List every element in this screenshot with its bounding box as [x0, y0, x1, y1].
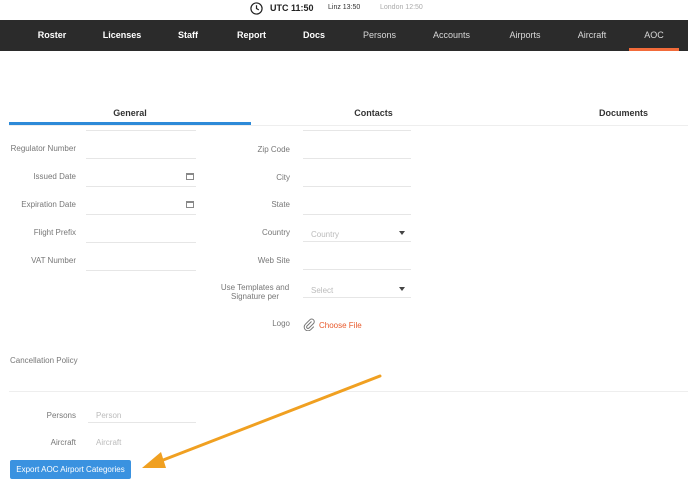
nav-staff[interactable]: Staff	[172, 20, 204, 51]
field-above-right	[303, 113, 411, 131]
persons-label: Persons	[46, 411, 76, 420]
state-field[interactable]	[303, 197, 411, 215]
persons-field[interactable]: Person	[88, 405, 196, 423]
country-select[interactable]: Country	[303, 224, 411, 242]
flight-prefix-field[interactable]	[86, 225, 196, 243]
issued-date-label: Issued Date	[33, 172, 76, 181]
city-field[interactable]	[303, 169, 411, 187]
nav-licenses[interactable]: Licenses	[99, 20, 145, 51]
country-label: Country	[261, 228, 290, 237]
web-site-field[interactable]	[303, 252, 411, 270]
chevron-down-icon[interactable]	[399, 231, 405, 235]
regulator-number-field[interactable]	[86, 141, 196, 159]
chevron-down-icon[interactable]	[399, 287, 405, 291]
tab-documents[interactable]: Documents	[589, 104, 658, 125]
choose-file-link[interactable]: Choose File	[319, 321, 362, 330]
country-placeholder: Country	[311, 230, 340, 239]
section-divider	[9, 391, 688, 392]
linz-time: Linz 13:50	[328, 4, 361, 11]
calendar-icon[interactable]	[186, 173, 194, 180]
calendar-icon[interactable]	[186, 201, 194, 208]
zip-code-field[interactable]	[303, 141, 411, 159]
utc-time: UTC 11:50	[270, 3, 314, 13]
nav-airports[interactable]: Airports	[505, 20, 545, 51]
nav-persons[interactable]: Persons	[360, 20, 399, 51]
regulator-number-label: Regulator Number	[10, 144, 76, 153]
main-nav: Roster Licenses Staff Report Docs Person…	[0, 20, 688, 51]
zip-code-label: Zip Code	[257, 145, 290, 154]
field-above-left	[86, 113, 196, 131]
nav-accounts[interactable]: Accounts	[430, 20, 473, 51]
flight-prefix-label: Flight Prefix	[33, 228, 76, 237]
cancellation-policy-label: Cancellation Policy	[10, 356, 78, 365]
templates-label: Use Templates and Signature per	[220, 283, 290, 301]
expiration-date-field[interactable]	[86, 197, 196, 215]
aircraft-placeholder: Aircraft	[96, 438, 122, 447]
time-zone-bar: UTC 11:50 Linz 13:50 London 12:50	[0, 0, 688, 18]
expiration-date-label: Expiration Date	[21, 200, 76, 209]
vat-number-field[interactable]	[86, 253, 196, 271]
aircraft-field[interactable]: Aircraft	[88, 432, 196, 450]
nav-roster[interactable]: Roster	[30, 20, 74, 51]
persons-placeholder: Person	[96, 411, 122, 420]
aircraft-label: Aircraft	[50, 438, 76, 447]
web-site-label: Web Site	[257, 256, 290, 265]
vat-number-label: VAT Number	[31, 256, 76, 265]
aoc-settings-page: UTC 11:50 Linz 13:50 London 12:50 Roster…	[0, 0, 688, 503]
city-label: City	[276, 173, 290, 182]
export-aoc-airport-categories-button[interactable]: Export AOC Airport Categories	[10, 460, 131, 479]
london-time: London 12:50	[380, 4, 423, 11]
paperclip-icon[interactable]	[303, 318, 315, 331]
nav-report[interactable]: Report	[233, 20, 270, 51]
templates-select[interactable]: Select	[303, 280, 411, 298]
templates-placeholder: Select	[311, 286, 334, 295]
nav-aircraft[interactable]: Aircraft	[574, 20, 610, 51]
nav-aoc[interactable]: AOC	[629, 20, 679, 51]
logo-label: Logo	[272, 319, 290, 328]
issued-date-field[interactable]	[86, 169, 196, 187]
nav-docs[interactable]: Docs	[300, 20, 328, 51]
clock-icon	[250, 2, 263, 15]
state-label: State	[271, 200, 290, 209]
